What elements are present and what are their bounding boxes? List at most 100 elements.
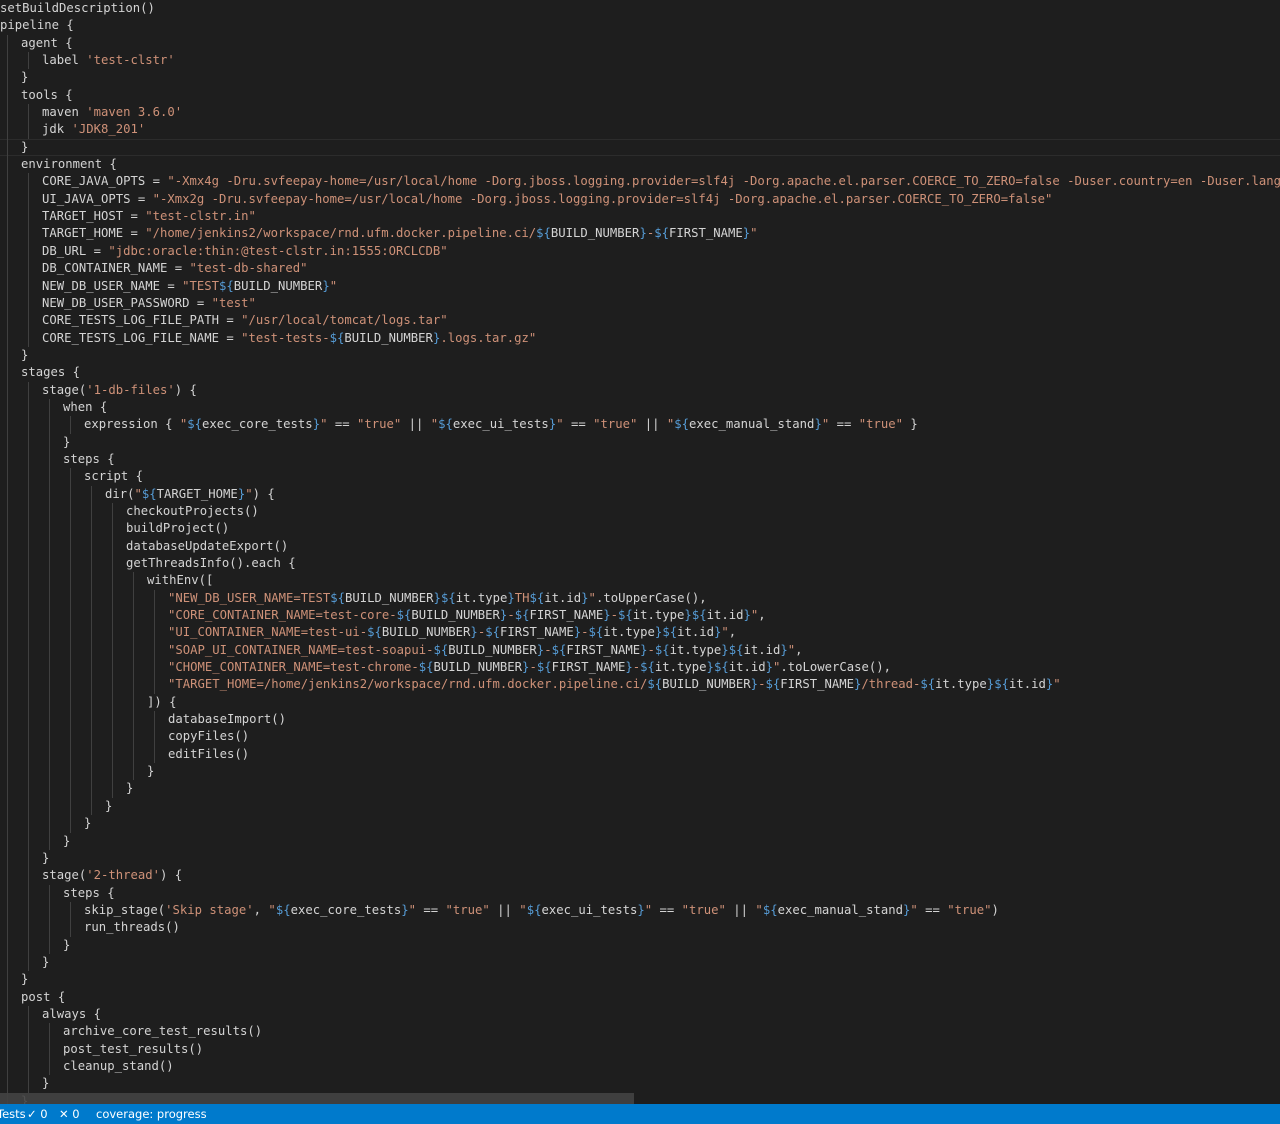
code-line[interactable]: when { (0, 398, 1280, 417)
code-line-text: } (147, 764, 155, 779)
indent-guide (154, 659, 155, 677)
indent-guide (28, 867, 29, 885)
code-line-text: } (126, 781, 134, 796)
code-line[interactable]: } (0, 1075, 1280, 1093)
code-line[interactable]: cleanup_stand() (0, 1057, 1280, 1076)
code-line[interactable]: withEnv([ (0, 572, 1280, 590)
code-line[interactable]: NEW_DB_USER_PASSWORD = "test" (0, 294, 1280, 313)
code-line[interactable]: steps { (0, 884, 1280, 902)
code-editor[interactable]: setBuildDescription() pipeline {agent {la… (0, 0, 1280, 1104)
code-line[interactable]: script { (0, 468, 1280, 486)
code-line[interactable]: "TARGET_HOME=/home/jenkins2/workspace/rn… (0, 676, 1280, 694)
code-line[interactable]: "SOAP_UI_CONTAINER_NAME=test-soapui-${BU… (0, 641, 1280, 660)
code-line-text: } (84, 816, 92, 831)
indent-guide (7, 936, 8, 954)
code-line[interactable]: } (0, 815, 1280, 833)
code-line[interactable]: environment { (0, 156, 1280, 174)
code-line[interactable]: CORE_TESTS_LOG_FILE_PATH = "/usr/local/t… (0, 312, 1280, 330)
indent-guide (70, 745, 71, 764)
code-line[interactable]: buildProject() (0, 520, 1280, 538)
indent-guide (28, 1005, 29, 1024)
code-line[interactable]: steps { (0, 450, 1280, 469)
code-line[interactable]: stages { (0, 364, 1280, 382)
code-line[interactable]: "NEW_DB_USER_NAME=TEST${BUILD_NUMBER}${i… (0, 589, 1280, 608)
code-line[interactable]: stage('2-thread') { (0, 867, 1280, 885)
code-line[interactable]: dir("${TARGET_HOME}") { (0, 485, 1280, 503)
code-line[interactable]: "UI_CONTAINER_NAME=test-ui-${BUILD_NUMBE… (0, 624, 1280, 642)
code-line-text: stage('1-db-files') { (42, 382, 197, 397)
code-line[interactable]: checkoutProjects() (0, 502, 1280, 521)
code-line[interactable]: expression { "${exec_core_tests}" == "tr… (0, 416, 1280, 434)
code-line[interactable]: databaseImport() (0, 711, 1280, 729)
tests-status[interactable]: Tests (0, 1104, 26, 1124)
code-line[interactable]: } (0, 780, 1280, 798)
code-line[interactable]: setBuildDescription() (0, 0, 1280, 17)
code-line[interactable]: } (0, 936, 1280, 954)
indent-guide (112, 537, 113, 555)
tests-failed-count[interactable]: ✕ 0 (59, 1104, 80, 1124)
tests-passed-count[interactable]: ✓ 0 (27, 1104, 48, 1124)
code-line[interactable]: pipeline { (0, 17, 1280, 34)
horizontal-scrollbar[interactable] (0, 1093, 634, 1104)
code-line[interactable]: skip_stage('Skip stage', "${exec_core_te… (0, 901, 1280, 920)
code-line-text: script { (84, 469, 144, 484)
code-line[interactable]: always { (0, 1005, 1280, 1024)
code-line[interactable]: } (0, 69, 1280, 87)
code-line[interactable]: jdk 'JDK8_201' (0, 121, 1280, 139)
indent-guide (70, 468, 71, 486)
indent-guide (91, 520, 92, 538)
code-line[interactable]: } (0, 797, 1280, 816)
indent-guide (49, 1023, 50, 1041)
indent-guide (91, 745, 92, 764)
code-line-text: expression { "${exec_core_tests}" == "tr… (84, 417, 918, 432)
code-line[interactable]: "CHOME_CONTAINER_NAME=test-chrome-${BUIL… (0, 659, 1280, 677)
code-line[interactable]: NEW_DB_USER_NAME = "TEST${BUILD_NUMBER}" (0, 277, 1280, 295)
indent-guide (7, 832, 8, 850)
coverage-status[interactable]: coverage: progress (96, 1104, 207, 1124)
code-line[interactable]: copyFiles() (0, 728, 1280, 746)
code-line[interactable]: CORE_TESTS_LOG_FILE_NAME = "test-tests-$… (0, 329, 1280, 347)
code-line[interactable]: UI_JAVA_OPTS = "-Xmx2g -Dru.svfeepay-hom… (0, 190, 1280, 209)
code-line[interactable]: } (0, 763, 1280, 781)
code-line[interactable]: DB_CONTAINER_NAME = "test-db-shared" (0, 260, 1280, 278)
code-line[interactable]: DB_URL = "jdbc:oracle:thin:@test-clstr.i… (0, 242, 1280, 261)
code-line[interactable]: } (0, 971, 1280, 989)
code-line[interactable]: } (0, 346, 1280, 365)
code-line[interactable]: ]) { (0, 693, 1280, 712)
code-line[interactable]: "CORE_CONTAINER_NAME=test-core-${BUILD_N… (0, 607, 1280, 625)
code-line[interactable]: } (0, 849, 1280, 868)
code-line-text: label 'test-clstr' (42, 53, 175, 68)
code-line[interactable]: } (0, 953, 1280, 972)
code-line[interactable]: databaseUpdateExport() (0, 537, 1280, 555)
code-line[interactable]: stage('1-db-files') { (0, 381, 1280, 399)
indent-guide (28, 624, 29, 642)
code-line[interactable]: archive_core_test_results() (0, 1023, 1280, 1041)
code-line[interactable]: post { (0, 988, 1280, 1006)
code-line[interactable]: } (0, 832, 1280, 850)
code-line[interactable]: tools { (0, 86, 1280, 105)
indent-guide (28, 589, 29, 608)
indent-guide (49, 936, 50, 954)
code-line[interactable]: CORE_JAVA_OPTS = "-Xmx4g -Dru.svfeepay-h… (0, 173, 1280, 191)
code-line[interactable]: getThreadsInfo().each { (0, 555, 1280, 573)
code-line-text: databaseImport() (168, 712, 287, 727)
code-line[interactable]: TARGET_HOST = "test-clstr.in" (0, 208, 1280, 226)
code-line[interactable]: run_threads() (0, 919, 1280, 937)
indent-guide (91, 711, 92, 729)
code-line[interactable]: TARGET_HOME = "/home/jenkins2/workspace/… (0, 225, 1280, 243)
indent-guide (49, 450, 50, 469)
code-line[interactable]: maven 'maven 3.6.0' (0, 104, 1280, 122)
code-content[interactable]: setBuildDescription() pipeline {agent {la… (0, 0, 1280, 1104)
code-line-text: environment { (21, 157, 117, 172)
code-line[interactable]: } (0, 138, 1280, 157)
indent-guide (7, 1005, 8, 1024)
code-line[interactable]: agent { (0, 34, 1280, 53)
indent-guide (7, 416, 8, 434)
code-line[interactable]: } (0, 433, 1280, 451)
code-line-text: pipeline { (0, 18, 74, 33)
code-line[interactable]: editFiles() (0, 745, 1280, 764)
indent-guide (7, 711, 8, 729)
code-line[interactable]: post_test_results() (0, 1040, 1280, 1058)
code-line[interactable]: label 'test-clstr' (0, 52, 1280, 70)
indent-guide (70, 572, 71, 590)
